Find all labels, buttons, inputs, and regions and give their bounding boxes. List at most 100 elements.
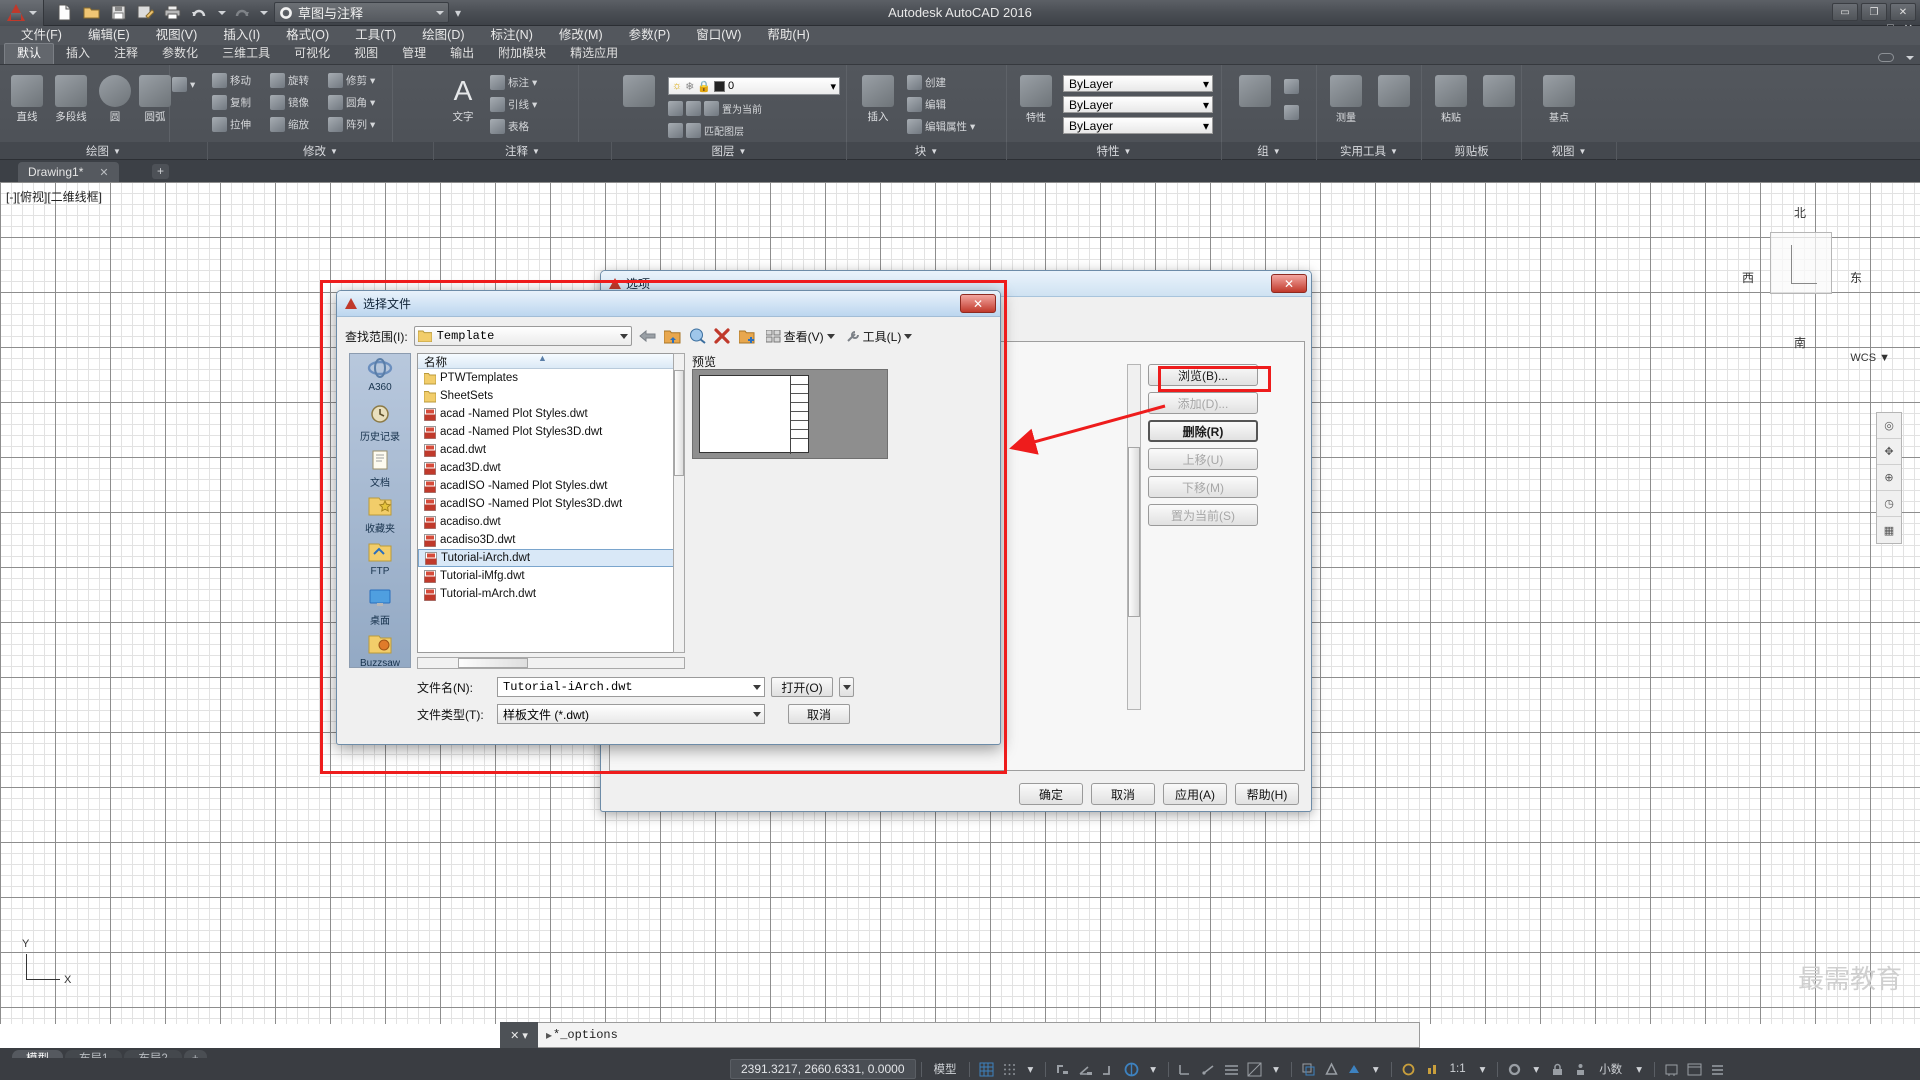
ribbon-button-edit-block[interactable]: 编辑 xyxy=(907,97,946,112)
file-list-scroll-thumb[interactable] xyxy=(674,370,684,476)
ribbon-button-copyclip[interactable] xyxy=(1476,75,1522,109)
up-folder-icon[interactable] xyxy=(663,327,682,346)
autoscale-icon[interactable] xyxy=(1424,1062,1439,1077)
menu-item-help[interactable]: 帮助(H) xyxy=(754,26,822,45)
annotation-scale-dropdown-icon[interactable]: ▾ xyxy=(1366,1062,1386,1076)
view-cube[interactable]: 北 西 东 南 xyxy=(1742,204,1862,350)
file-list[interactable]: 名称 ▲ PTWTemplates SheetSets acad -Named … xyxy=(417,353,682,653)
nav-fullnav-icon[interactable]: ◎ xyxy=(1877,413,1901,439)
ribbon-button-move[interactable]: 移动 xyxy=(212,73,251,88)
customize-icon[interactable] xyxy=(1710,1062,1725,1077)
file-list-horizontal-scrollbar[interactable] xyxy=(417,657,685,669)
clean-screen-icon[interactable] xyxy=(1687,1062,1702,1077)
ribbon-button-leader[interactable]: 引线 ▾ xyxy=(490,97,537,112)
ribbon-tab-featuredapps[interactable]: 精选应用 xyxy=(558,44,630,64)
nav-zoom-icon[interactable]: ⊕ xyxy=(1877,465,1901,491)
options-remove-button[interactable]: 删除(R) xyxy=(1148,420,1258,442)
print-icon[interactable] xyxy=(160,2,184,24)
place-history[interactable]: 历史记录 xyxy=(350,400,410,446)
ribbon-button-properties[interactable]: 特性 xyxy=(1013,75,1059,124)
ribbon-button-fillet[interactable]: 圆角 ▾ xyxy=(328,95,375,110)
list-item[interactable]: acadiso3D.dwt xyxy=(418,531,681,549)
file-list-header[interactable]: 名称 ▲ xyxy=(418,354,681,369)
panel-label-block[interactable]: 块 ▼ xyxy=(847,142,1007,160)
viewcube-south-label[interactable]: 南 xyxy=(1794,334,1806,351)
transparency-icon[interactable] xyxy=(1247,1062,1262,1077)
hardware-acceleration-icon[interactable] xyxy=(1664,1062,1679,1077)
ribbon-button-mirror[interactable]: 镜像 xyxy=(270,95,309,110)
scale-value[interactable]: 1:1 xyxy=(1443,1063,1473,1075)
scale-dropdown-icon[interactable]: ▾ xyxy=(1473,1062,1493,1076)
redo-dropdown-icon[interactable] xyxy=(260,10,268,15)
viewcube-east-label[interactable]: 东 xyxy=(1850,269,1862,286)
chevron-down-icon[interactable]: ▾ xyxy=(522,1029,528,1042)
ribbon-button-group[interactable] xyxy=(1232,75,1278,109)
workspace-chevron-icon[interactable] xyxy=(436,10,444,15)
menu-item-edit[interactable]: 编辑(E) xyxy=(75,26,143,45)
menu-item-view[interactable]: 视图(V) xyxy=(143,26,211,45)
ribbon-button-rotate[interactable]: 旋转 xyxy=(270,73,309,88)
ribbon-tab-output[interactable]: 输出 xyxy=(438,44,486,64)
ribbon-layer-extra1[interactable]: 置为当前 xyxy=(668,101,762,116)
ribbon-button-line[interactable]: 直线 xyxy=(4,75,50,124)
property-linetype-select[interactable]: ByLayer ▾ xyxy=(1063,117,1213,134)
ucs-status-icon[interactable] xyxy=(1178,1062,1193,1077)
save-icon[interactable] xyxy=(106,2,130,24)
close-icon[interactable]: ✕ xyxy=(510,1029,519,1042)
qat-overflow-icon[interactable]: ▾ xyxy=(455,6,461,20)
lineweight-icon[interactable] xyxy=(1224,1062,1239,1077)
options-browse-button[interactable]: 浏览(B)... xyxy=(1148,364,1258,386)
ribbon-button-table[interactable]: 表格 xyxy=(490,119,529,134)
annotation-scale-icon[interactable] xyxy=(1347,1062,1362,1077)
coordinate-display[interactable]: 2391.3217, 2660.6331, 0.0000 xyxy=(730,1059,916,1079)
menu-item-dimension[interactable]: 标注(N) xyxy=(478,26,546,45)
ortho-icon[interactable] xyxy=(1055,1062,1070,1077)
units-dropdown-icon[interactable]: ▾ xyxy=(1629,1062,1649,1076)
delete-icon[interactable] xyxy=(713,327,732,346)
file-list-hscroll-thumb[interactable] xyxy=(458,658,528,668)
ribbon-tab-view[interactable]: 视图 xyxy=(342,44,390,64)
ribbon-tab-parametric[interactable]: 参数化 xyxy=(150,44,210,64)
ribbon-button-quickcalc[interactable] xyxy=(1371,75,1417,109)
back-arrow-icon[interactable] xyxy=(638,327,657,346)
panel-label-layer[interactable]: 图层 ▼ xyxy=(612,142,847,160)
ribbon-tab-addins[interactable]: 附加模块 xyxy=(486,44,558,64)
panel-label-group[interactable]: 组 ▼ xyxy=(1222,142,1317,160)
dynamic-ucs-icon[interactable] xyxy=(1201,1062,1216,1077)
open-icon[interactable] xyxy=(79,2,103,24)
otrack-dropdown-icon[interactable]: ▾ xyxy=(1143,1062,1163,1076)
options-scroll-thumb[interactable] xyxy=(1128,447,1140,617)
ribbon-button-paste[interactable]: 粘贴 xyxy=(1428,75,1474,124)
viewcube-north-label[interactable]: 北 xyxy=(1794,204,1806,221)
menu-item-insert[interactable]: 插入(I) xyxy=(210,26,273,45)
menu-item-window[interactable]: 窗口(W) xyxy=(683,26,754,45)
isolate-objects-icon[interactable] xyxy=(1573,1062,1588,1077)
list-item[interactable]: acadISO -Named Plot Styles3D.dwt xyxy=(418,495,681,513)
ribbon-button-trim[interactable]: 修剪 ▾ xyxy=(328,73,375,88)
list-item[interactable]: SheetSets xyxy=(418,387,681,405)
menu-item-modify[interactable]: 修改(M) xyxy=(546,26,616,45)
workspace-dropdown-icon[interactable]: ▾ xyxy=(1526,1062,1546,1076)
list-item[interactable]: PTWTemplates xyxy=(418,369,681,387)
tools-menu-button[interactable]: 工具(L) xyxy=(846,328,913,345)
chevron-down-icon[interactable] xyxy=(753,684,761,690)
chevron-down-icon[interactable]: ▼ xyxy=(113,147,121,156)
undo-dropdown-icon[interactable] xyxy=(218,10,226,15)
property-color-select[interactable]: ByLayer ▾ xyxy=(1063,75,1213,92)
options-add-button[interactable]: 添加(D)... xyxy=(1148,392,1258,414)
nav-pan-icon[interactable]: ✥ xyxy=(1877,439,1901,465)
chevron-down-icon[interactable]: ▼ xyxy=(532,147,540,156)
file-dialog-close-button[interactable]: ✕ xyxy=(960,294,996,313)
place-ftp[interactable]: FTP xyxy=(350,538,410,584)
place-a360[interactable]: A360 xyxy=(350,354,410,400)
command-line[interactable]: *_options xyxy=(500,1022,1420,1048)
ribbon-tab-insert[interactable]: 插入 xyxy=(54,44,102,64)
chevron-down-icon[interactable] xyxy=(904,333,913,339)
annotation-monitor-icon[interactable] xyxy=(1324,1061,1339,1077)
new-drawing-tab-button[interactable]: + xyxy=(152,164,169,179)
chevron-down-icon[interactable] xyxy=(753,711,761,717)
status-model-label[interactable]: 模型 xyxy=(927,1061,964,1077)
panel-label-annotation[interactable]: 注释 ▼ xyxy=(434,142,612,160)
ribbon-button-measure[interactable]: 测量 xyxy=(1323,75,1369,124)
filetype-select[interactable]: 样板文件 (*.dwt) xyxy=(497,704,765,724)
